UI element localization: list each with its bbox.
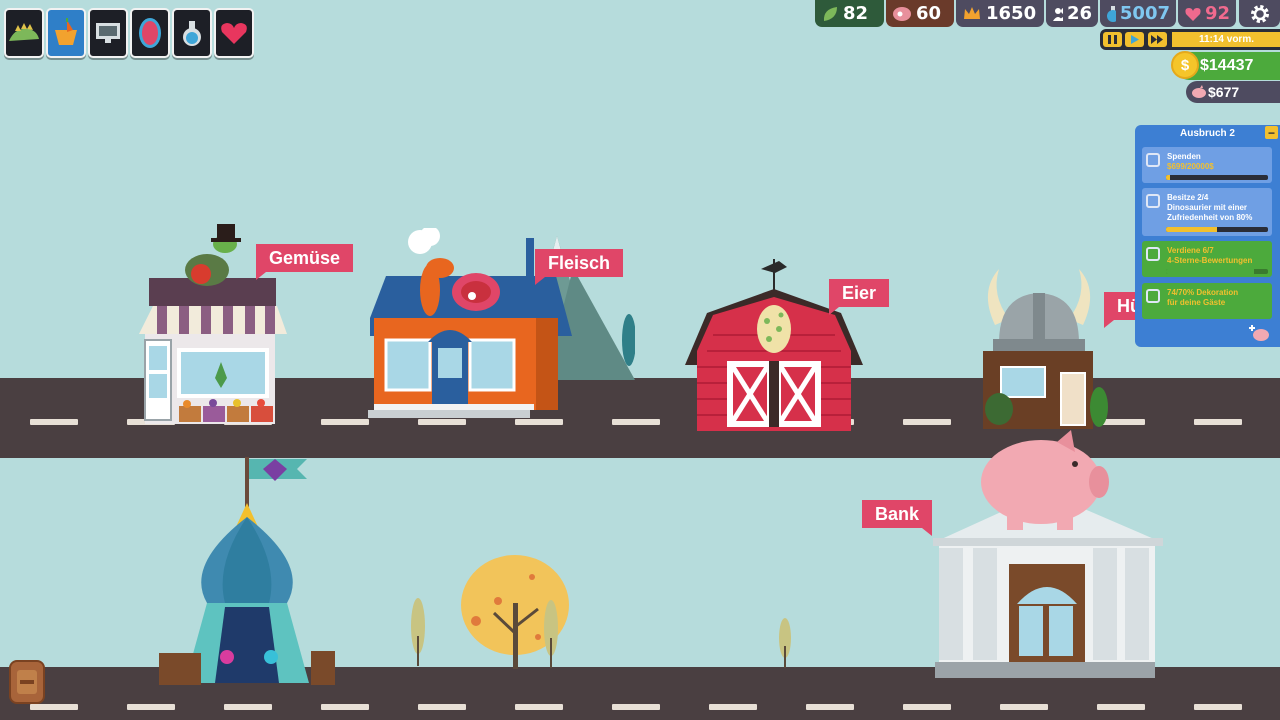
resource-potion[interactable]: 5007 xyxy=(1100,0,1176,27)
quest-checkbox xyxy=(1146,289,1160,303)
basket-icon xyxy=(55,18,77,45)
road-dash xyxy=(612,704,660,710)
resource-happiness[interactable]: 92 xyxy=(1178,0,1236,27)
leaf-icon xyxy=(823,6,837,21)
piggy-icon xyxy=(1192,85,1206,98)
inventory-backpack-button[interactable] xyxy=(9,660,45,704)
toolbar-health-button[interactable] xyxy=(214,8,254,58)
road-dash xyxy=(30,419,78,425)
quest-panel-title: Ausbruch 2 xyxy=(1179,128,1235,139)
road-dash xyxy=(127,704,175,710)
road-dash xyxy=(224,704,272,710)
quest-item[interactable]: Spenden $699/20000$ xyxy=(1142,147,1272,183)
resource-herb[interactable]: 82 xyxy=(815,0,884,27)
pause-button[interactable] xyxy=(1103,32,1122,47)
backpack-icon xyxy=(17,670,37,694)
quest-detail: 4-Sterne-Bewertungen xyxy=(1167,256,1253,265)
road-dash xyxy=(903,419,951,425)
resource-meat[interactable]: 60 xyxy=(886,0,954,27)
quest-detail: Dinosaurier mit einer Zufriedenheit von … xyxy=(1167,203,1253,222)
coin-icon: $ xyxy=(1171,51,1199,79)
eggs-label[interactable]: Eier xyxy=(829,279,890,315)
quest-item[interactable]: Besitze 2/4 Dinosaurier mit einer Zufrie… xyxy=(1142,188,1272,236)
small-tree xyxy=(544,600,558,668)
viking-hut[interactable] xyxy=(965,265,1113,435)
heart-icon xyxy=(221,23,247,44)
quest-item[interactable]: 74/70% Dekoration für deine Gäste xyxy=(1142,283,1272,319)
fast-forward-button[interactable] xyxy=(1148,32,1167,47)
gear-icon xyxy=(1250,4,1269,23)
quest-progress xyxy=(1166,227,1268,232)
toolbar-dino-button[interactable] xyxy=(4,8,44,58)
road-dash xyxy=(1194,704,1242,710)
road-dash xyxy=(903,704,951,710)
vegetables-label[interactable]: Gemüse xyxy=(256,244,354,280)
bank-label[interactable]: Bank xyxy=(862,500,933,536)
quest-progress xyxy=(1166,269,1268,274)
road-dash xyxy=(1194,419,1242,425)
road-dash xyxy=(515,704,563,710)
quest-panel: Ausbruch 2 − Spenden $699/20000$ Besitze… xyxy=(1135,125,1280,347)
crown-icon xyxy=(964,6,980,19)
pause-icon xyxy=(1108,35,1117,44)
resource-potion-value: 5007 xyxy=(1119,3,1170,24)
quest-checkbox xyxy=(1146,153,1160,167)
small-tree xyxy=(779,618,791,668)
settings-button[interactable] xyxy=(1239,0,1280,27)
egg-icon xyxy=(139,18,161,48)
toolbar-potion-button[interactable] xyxy=(172,8,212,58)
road-dash xyxy=(806,704,854,710)
quest-progress xyxy=(1166,311,1268,316)
toolbar-shop-button[interactable] xyxy=(46,8,86,58)
meat-label[interactable]: Fleisch xyxy=(535,249,624,285)
stegosaurus-icon xyxy=(9,23,39,41)
quest-title: 74/70% Dekoration xyxy=(1167,288,1239,297)
resource-happiness-value: 92 xyxy=(1204,3,1230,24)
fast-forward-icon xyxy=(1151,35,1163,44)
play-button[interactable] xyxy=(1125,32,1144,47)
resource-herb-value: 82 xyxy=(843,3,869,24)
savings-value: $677 xyxy=(1208,84,1240,100)
toolbar-egg-button[interactable] xyxy=(130,8,170,58)
piggy-savings-display[interactable]: $677 xyxy=(1186,81,1280,103)
quest-title: Besitze 2/4 xyxy=(1167,193,1209,202)
piggy-share-icon[interactable] xyxy=(1247,325,1271,343)
road-dash xyxy=(418,704,466,710)
cash-value: $14437 xyxy=(1200,57,1254,74)
flask-icon xyxy=(183,21,201,46)
steak-icon xyxy=(893,6,911,21)
quest-item[interactable]: Verdiene 6/7 4-Sterne-Bewertungen xyxy=(1142,241,1272,277)
toolbar-computer-button[interactable] xyxy=(88,8,128,58)
quest-title: Verdiene 6/7 xyxy=(1167,246,1214,255)
small-tree xyxy=(411,598,425,666)
game-clock-time: 11:14 vorm. xyxy=(1198,34,1254,45)
resource-meat-value: 60 xyxy=(916,3,942,24)
bank-building[interactable] xyxy=(925,430,1165,680)
road-dash xyxy=(1097,704,1145,710)
quest-detail: $699/20000$ xyxy=(1167,162,1214,171)
play-icon xyxy=(1131,35,1139,44)
game-clock: 11:14 vorm. xyxy=(1172,32,1280,47)
quest-title: Spenden xyxy=(1167,152,1201,161)
monitor-icon xyxy=(96,23,120,43)
quest-detail: für deine Gäste xyxy=(1167,298,1226,307)
quest-checkbox xyxy=(1146,194,1160,208)
heart-icon xyxy=(1185,7,1201,21)
road-dash xyxy=(1000,704,1048,710)
road-dash xyxy=(321,704,369,710)
road-dash xyxy=(709,704,757,710)
road-dash xyxy=(612,419,660,425)
quest-progress xyxy=(1166,175,1268,180)
collapse-quest-button[interactable]: − xyxy=(1265,126,1278,139)
guests-icon xyxy=(1053,7,1063,21)
resource-guests-value: 26 xyxy=(1066,3,1092,24)
quest-checkbox xyxy=(1146,247,1160,261)
resource-rating[interactable]: 1650 xyxy=(956,0,1044,27)
flask-icon xyxy=(1107,5,1116,22)
gem-tent[interactable] xyxy=(155,455,340,690)
resource-guests[interactable]: 26 xyxy=(1046,0,1098,27)
resource-rating-value: 1650 xyxy=(986,3,1037,24)
